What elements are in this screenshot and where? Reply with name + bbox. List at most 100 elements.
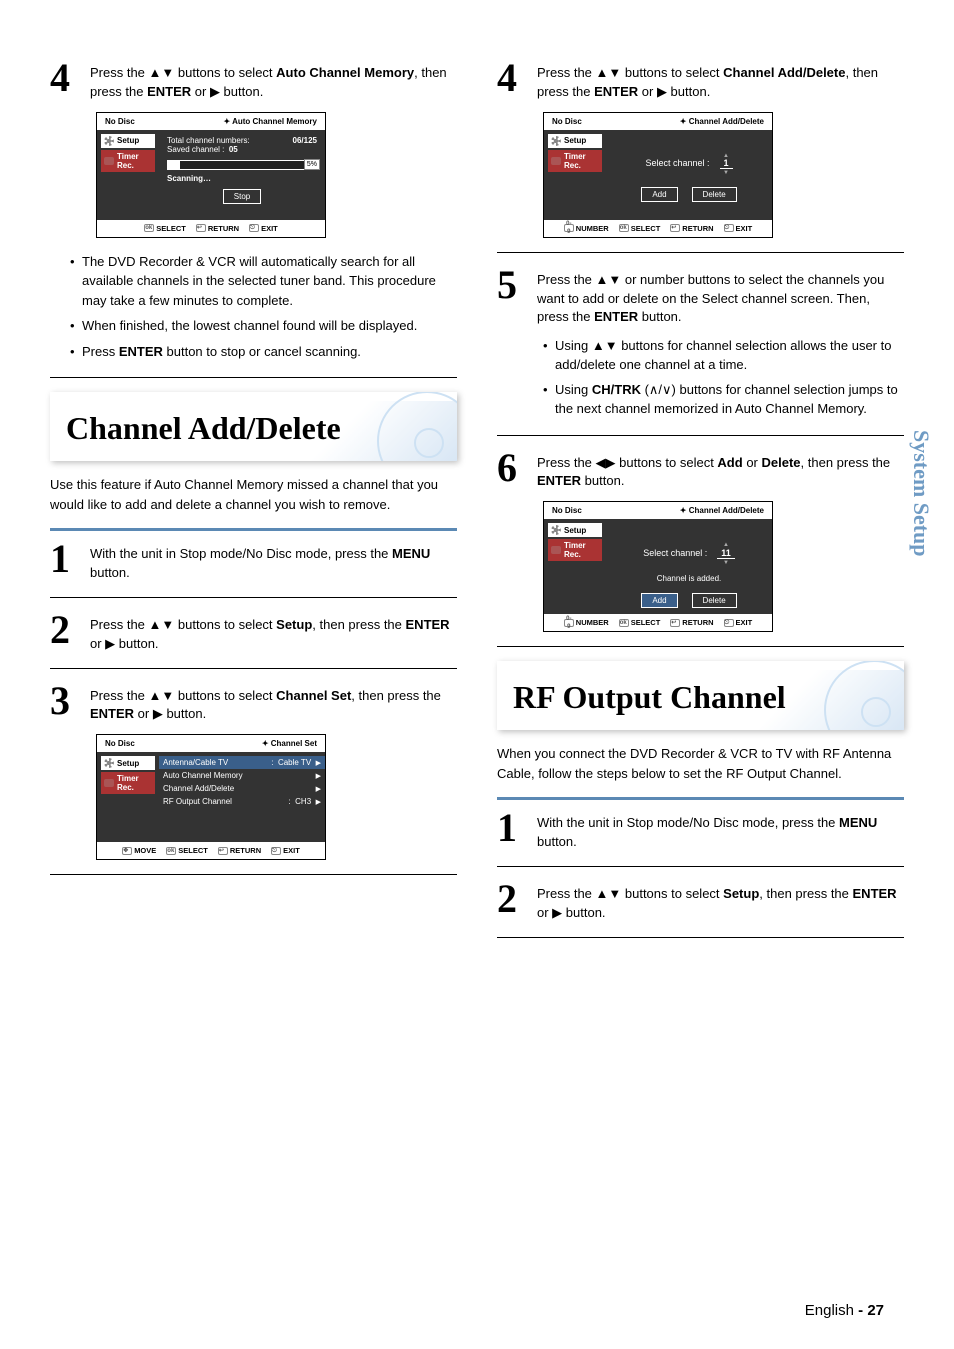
value: 06/125 [293, 136, 317, 145]
add-button[interactable]: Add [641, 593, 677, 608]
text: or ▶ button. [191, 84, 263, 99]
step-text: Press the ▲▼ buttons to select Channel A… [537, 60, 904, 102]
menu-row-auto-memory[interactable]: Auto Channel Memory▶ [163, 769, 321, 782]
footer-return: ↩ RETURN [670, 224, 713, 233]
footer-number: 0-9 NUMBER [564, 618, 609, 627]
step-number: 6 [497, 450, 537, 492]
right-step-5: 5 Press the ▲▼ or number buttons to sele… [497, 267, 904, 328]
footer-exit: ⎋ EXIT [271, 846, 300, 855]
return-icon: ↩ [670, 619, 680, 627]
divider [497, 937, 904, 938]
section-title: RF Output Channel [513, 679, 888, 716]
timer-icon [551, 157, 561, 165]
ok-icon: ok [144, 224, 154, 232]
osd-title: ✦ Auto Channel Memory [223, 117, 317, 126]
bullet: Using ▲▼ buttons for channel selection a… [543, 337, 904, 375]
menu-row-antenna[interactable]: Antenna/Cable TV : Cable TV ▶ [159, 756, 325, 769]
delete-button[interactable]: Delete [692, 593, 737, 608]
osd-channel-set: No Disc ✦ Channel Set Setup Timer Rec. A… [96, 734, 326, 860]
left-bullets: The DVD Recorder & VCR will automaticall… [70, 252, 457, 362]
label: Total channel numbers: [167, 136, 250, 145]
divider [497, 866, 904, 867]
menu-row-rf-output[interactable]: RF Output Channel : CH3 ▶ [163, 795, 321, 808]
ok-icon: ok [619, 224, 629, 232]
bullet: Using CH/TRK (∧/∨) buttons for channel s… [543, 381, 904, 419]
divider [497, 252, 904, 253]
osd-side-timer: Timer Rec. [101, 150, 155, 172]
step-number: 2 [497, 881, 537, 923]
stop-button[interactable]: Stop [223, 189, 261, 204]
divider [497, 435, 904, 436]
channel-spinner[interactable]: ▲ 1 ▼ [720, 150, 733, 177]
osd-side-setup: Setup [101, 134, 155, 148]
side-tab-label: System Setup [908, 430, 934, 557]
footer-select: ok SELECT [619, 618, 661, 627]
divider [497, 646, 904, 647]
osd-auto-channel-memory: No Disc ✦ Auto Channel Memory Setup Time… [96, 112, 326, 238]
osd-title: ✦ Channel Add/Delete [680, 117, 764, 126]
gear-icon [104, 758, 114, 768]
add-button[interactable]: Add [641, 187, 677, 202]
divider [50, 377, 457, 378]
exit-icon: ⎋ [271, 847, 281, 855]
step-text: With the unit in Stop mode/No Disc mode,… [537, 810, 904, 852]
divider-accent [497, 797, 904, 800]
channel-spinner[interactable]: ▲ 11 ▼ [717, 539, 735, 566]
text: Press the ▲▼ buttons to select [90, 65, 276, 80]
step-text: With the unit in Stop mode/No Disc mode,… [90, 541, 457, 583]
progress-percent: 5% [304, 159, 320, 170]
value: 05 [229, 145, 238, 154]
left-step-4: 4 Press the ▲▼ buttons to select Auto Ch… [50, 60, 457, 102]
ok-icon: ok [619, 619, 629, 627]
osd-side-timer: Timer Rec. [101, 772, 155, 794]
number-icon: 0-9 [564, 619, 574, 627]
select-channel-row: Select channel : ▲ 11 ▼ [614, 539, 764, 566]
step-text: Press the ▲▼ buttons to select Setup, th… [537, 881, 904, 923]
right-sub-bullets: Using ▲▼ buttons for channel selection a… [543, 337, 904, 418]
footer-exit: ⎋ EXIT [724, 224, 753, 233]
step-number: 1 [497, 810, 537, 852]
osd-side-setup: Setup [548, 134, 602, 148]
footer-exit: ⎋ EXIT [249, 224, 278, 233]
osd-title: ✦ Channel Add/Delete [680, 506, 764, 515]
bold: Auto Channel Memory [276, 65, 414, 80]
exit-icon: ⎋ [249, 224, 259, 232]
divider [50, 597, 457, 598]
step-number: 4 [497, 60, 537, 102]
step-number: 2 [50, 612, 90, 654]
delete-button[interactable]: Delete [692, 187, 737, 202]
timer-icon [104, 157, 114, 165]
exit-icon: ⎋ [724, 224, 734, 232]
left-step-3: 3 Press the ▲▼ buttons to select Channel… [50, 683, 457, 725]
right-step-6: 6 Press the ◀▶ buttons to select Add or … [497, 450, 904, 492]
progress-bar: 5% [167, 160, 317, 170]
osd-no-disc: No Disc [552, 506, 582, 515]
osd-side-setup: Setup [548, 523, 602, 537]
osd-channel-add-delete-2: No Disc ✦ Channel Add/Delete Setup Timer… [543, 501, 773, 632]
label: Saved channel : [167, 145, 224, 154]
left-step-2: 2 Press the ▲▼ buttons to select Setup, … [50, 612, 457, 654]
bullet: The DVD Recorder & VCR will automaticall… [70, 252, 457, 311]
divider-accent [50, 528, 457, 531]
gear-icon [104, 136, 114, 146]
step-number: 3 [50, 683, 90, 725]
right-step-4: 4 Press the ▲▼ buttons to select Channel… [497, 60, 904, 102]
divider [50, 668, 457, 669]
step-text: Press the ◀▶ buttons to select Add or De… [537, 450, 904, 492]
gear-icon [551, 136, 561, 146]
step-number: 4 [50, 60, 90, 102]
section-title: Channel Add/Delete [66, 410, 441, 447]
right-step-1: 1 With the unit in Stop mode/No Disc mod… [497, 810, 904, 852]
footer-return: ↩ RETURN [196, 224, 239, 233]
menu-row-add-delete[interactable]: Channel Add/Delete▶ [163, 782, 321, 795]
section-rf-output: RF Output Channel [497, 661, 904, 730]
intro-text: Use this feature if Auto Channel Memory … [50, 475, 457, 514]
timer-icon [551, 546, 561, 554]
step-text: Press the ▲▼ buttons to select Setup, th… [90, 612, 457, 654]
osd-side-setup: Setup [101, 756, 155, 770]
timer-icon [104, 779, 114, 787]
osd-no-disc: No Disc [105, 117, 135, 126]
osd-side-timer: Timer Rec. [548, 150, 602, 172]
exit-icon: ⎋ [724, 619, 734, 627]
right-step-2: 2 Press the ▲▼ buttons to select Setup, … [497, 881, 904, 923]
